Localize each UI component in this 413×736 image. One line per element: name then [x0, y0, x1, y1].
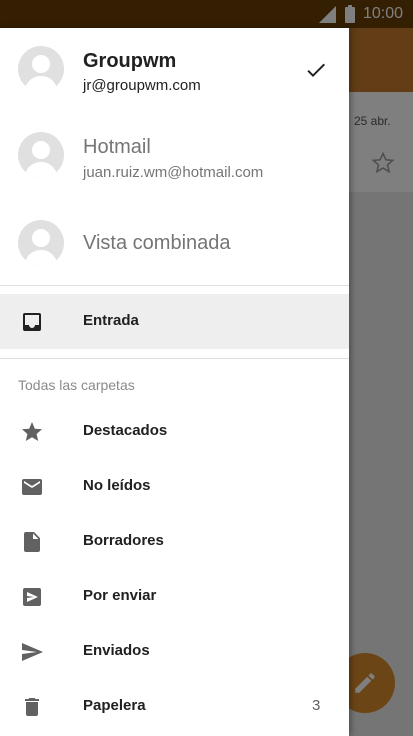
draft-icon [24, 532, 40, 552]
nav-item-label: Enviados [83, 642, 150, 659]
nav-item-label: Por enviar [83, 587, 157, 604]
avatar [18, 46, 64, 92]
mail-icon [22, 479, 42, 495]
account-email: jr@groupwm.com [83, 77, 201, 94]
account-combined-view[interactable]: Vista combinada [0, 208, 349, 296]
trash-icon [25, 698, 39, 716]
account-name: Hotmail [83, 136, 151, 158]
person-icon [24, 55, 58, 92]
check-icon [307, 63, 325, 77]
nav-item-papelera[interactable]: Papelera 3 [0, 679, 349, 734]
nav-item-label: Entrada [83, 312, 139, 329]
divider [0, 285, 349, 286]
nav-item-label: Papelera [83, 697, 146, 714]
divider [0, 358, 349, 359]
star-icon [22, 422, 42, 441]
account-name: Groupwm [83, 50, 177, 72]
account-name: Vista combinada [83, 232, 231, 254]
account-groupwm[interactable]: Groupwm jr@groupwm.com [0, 28, 349, 116]
nav-item-destacados[interactable]: Destacados [0, 404, 349, 459]
nav-item-borradores[interactable]: Borradores [0, 514, 349, 569]
item-count: 3 [312, 697, 321, 714]
send-icon [22, 643, 43, 661]
avatar [18, 220, 64, 266]
section-heading: Todas las carpetas [18, 377, 135, 393]
person-icon [24, 141, 58, 178]
outbox-icon [23, 588, 41, 606]
navigation-drawer: Groupwm jr@groupwm.com Hotmail juan.ruiz… [0, 28, 349, 736]
inbox-icon [23, 313, 41, 331]
nav-item-no-leidos[interactable]: No leídos [0, 459, 349, 514]
nav-item-entrada[interactable]: Entrada [0, 294, 349, 349]
nav-item-label: Destacados [83, 422, 168, 439]
account-email: juan.ruiz.wm@hotmail.com [83, 164, 264, 181]
nav-item-label: No leídos [83, 477, 151, 494]
person-icon [24, 229, 58, 266]
nav-item-enviados[interactable]: Enviados [0, 624, 349, 679]
account-hotmail[interactable]: Hotmail juan.ruiz.wm@hotmail.com [0, 118, 349, 206]
nav-item-label: Borradores [83, 532, 164, 549]
nav-item-por-enviar[interactable]: Por enviar [0, 569, 349, 624]
avatar [18, 132, 64, 178]
